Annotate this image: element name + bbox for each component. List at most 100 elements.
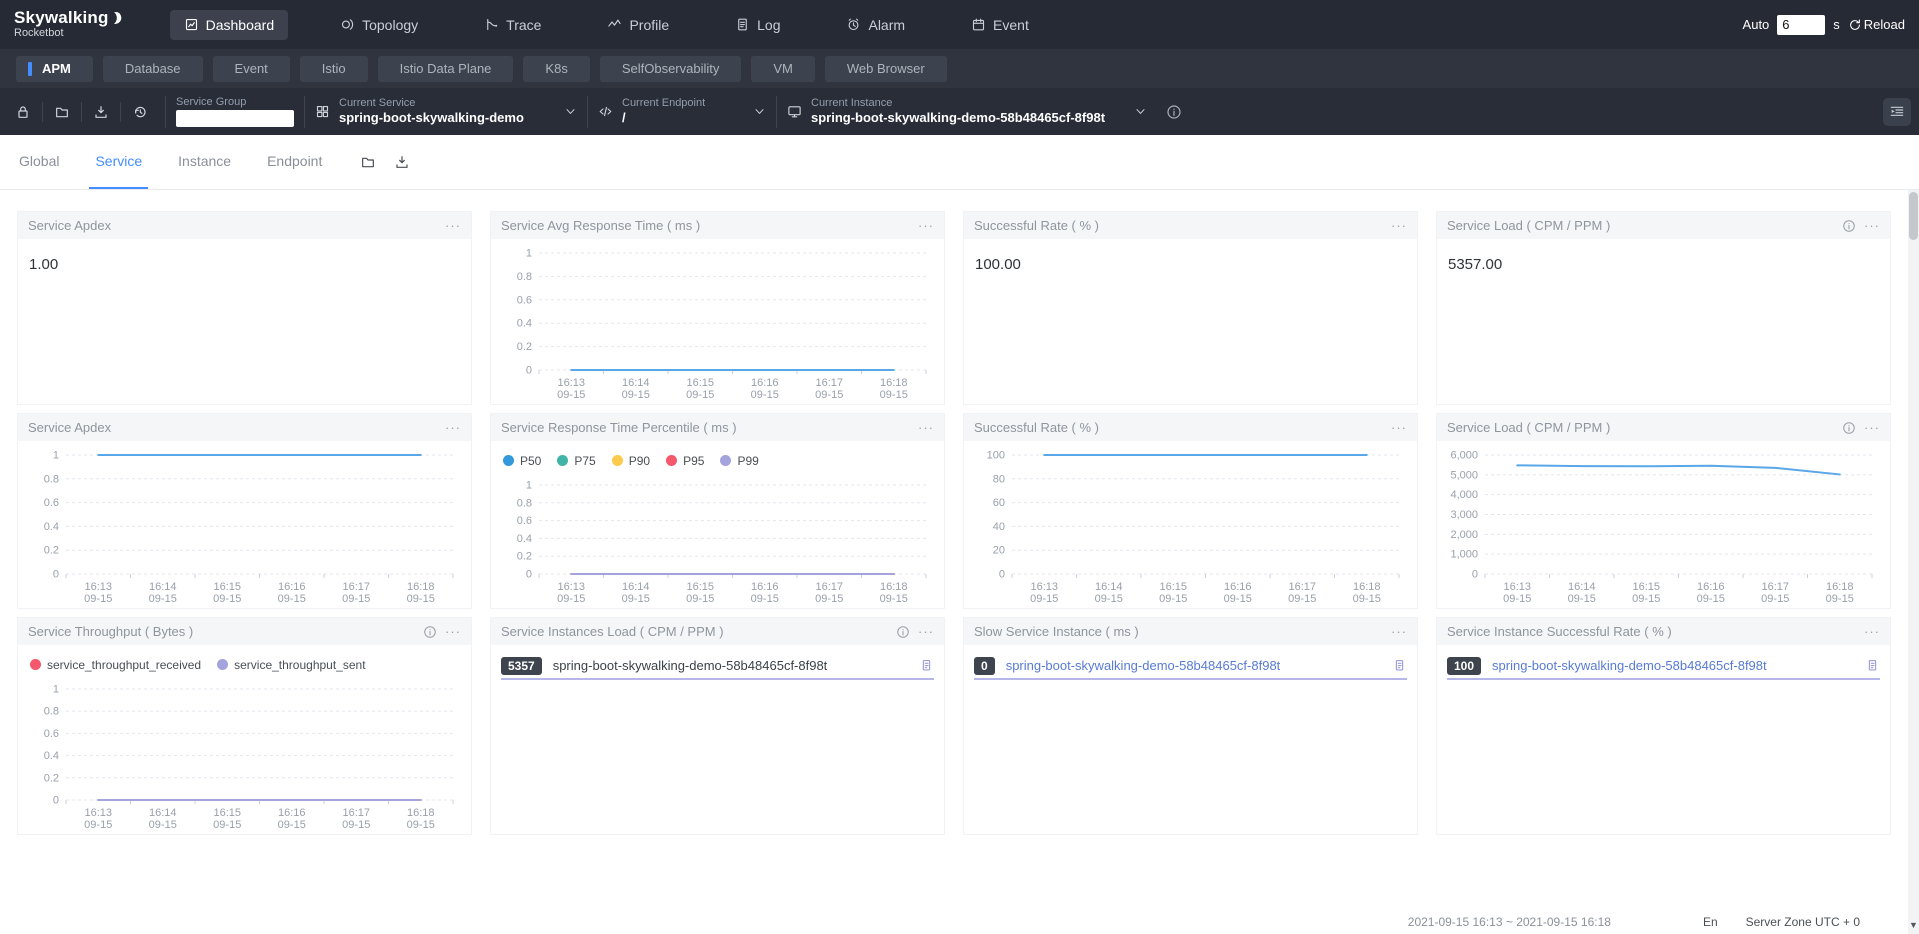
nav-item-dashboard[interactable]: Dashboard — [170, 10, 289, 40]
footer-bar: 2021-09-15 16:13 ~ 2021-09-15 16:18 En S… — [0, 910, 1908, 934]
reload-button[interactable]: Reload — [1848, 17, 1905, 32]
auto-unit: s — [1833, 17, 1840, 32]
more-options-icon[interactable]: ··· — [445, 624, 461, 639]
more-options-icon[interactable]: ··· — [918, 420, 934, 435]
svg-text:16:13: 16:13 — [557, 581, 585, 593]
folder-icon[interactable] — [47, 104, 77, 120]
card-service-instance-successful-rate: Service Instance Successful Rate ( % ) ·… — [1436, 617, 1891, 835]
legend-item[interactable]: P50 — [503, 454, 541, 468]
more-options-icon[interactable]: ··· — [918, 624, 934, 639]
scope-tabs: Global Service Instance Endpoint — [0, 135, 1919, 190]
svg-text:09-15: 09-15 — [751, 593, 779, 605]
card-title: Slow Service Instance ( ms ) — [974, 624, 1139, 639]
legend-label: service_throughput_received — [47, 658, 201, 672]
legend-item[interactable]: P90 — [612, 454, 650, 468]
current-instance-label: Current Instance — [811, 97, 1105, 110]
more-options-icon[interactable]: ··· — [1391, 420, 1407, 435]
svg-text:0.2: 0.2 — [44, 545, 59, 557]
collapse-panel-button[interactable] — [1883, 98, 1911, 126]
history-icon[interactable] — [125, 104, 155, 120]
legend-item[interactable]: P75 — [557, 454, 595, 468]
svg-text:1: 1 — [526, 480, 532, 492]
tab-endpoint[interactable]: Endpoint — [261, 135, 328, 189]
subnav-item-selfobservability[interactable]: SelfObservability — [600, 56, 742, 82]
nav-item-event[interactable]: Event — [957, 10, 1043, 40]
metric-value: 5357.00 — [1437, 239, 1890, 290]
tab-instance[interactable]: Instance — [172, 135, 237, 189]
folder-icon[interactable] — [360, 154, 376, 170]
subnav-item-vm[interactable]: VM — [751, 56, 815, 82]
more-options-icon[interactable]: ··· — [1864, 218, 1880, 233]
event-icon — [971, 17, 986, 32]
app-logo[interactable]: Skywalking Rocketbot — [14, 9, 124, 39]
download-icon[interactable] — [86, 104, 116, 120]
legend-item[interactable]: P99 — [720, 454, 758, 468]
info-icon[interactable] — [1842, 421, 1856, 435]
more-options-icon[interactable]: ··· — [1391, 218, 1407, 233]
nav-item-profile[interactable]: Profile — [593, 10, 683, 40]
svg-text:09-15: 09-15 — [686, 389, 714, 401]
legend-item[interactable]: P95 — [666, 454, 704, 468]
more-options-icon[interactable]: ··· — [445, 218, 461, 233]
info-icon[interactable] — [896, 625, 910, 639]
current-instance-selector[interactable]: Current Instance spring-boot-skywalking-… — [787, 97, 1147, 127]
svg-text:16:17: 16:17 — [342, 581, 370, 593]
copy-icon[interactable] — [1865, 658, 1880, 673]
more-options-icon[interactable]: ··· — [1864, 420, 1880, 435]
current-endpoint-selector[interactable]: Current Endpoint / — [598, 97, 766, 127]
auto-interval-input[interactable] — [1777, 15, 1825, 35]
instance-name[interactable]: spring-boot-skywalking-demo-58b48465cf-8… — [1492, 658, 1767, 673]
subnav-item-database[interactable]: Database — [103, 56, 203, 82]
subnav-item-web-browser[interactable]: Web Browser — [825, 56, 947, 82]
svg-text:1: 1 — [53, 450, 59, 462]
svg-text:09-15: 09-15 — [815, 593, 843, 605]
scrollbar-thumb[interactable] — [1909, 192, 1918, 240]
more-options-icon[interactable]: ··· — [918, 218, 934, 233]
vertical-scrollbar[interactable]: ▼ — [1908, 190, 1919, 934]
copy-icon[interactable] — [1392, 658, 1407, 673]
card-header: Service Instance Successful Rate ( % ) ·… — [1437, 618, 1890, 645]
subnav-item-event[interactable]: Event — [213, 56, 290, 82]
svg-text:0.8: 0.8 — [44, 706, 59, 718]
card-header: Service Instances Load ( CPM / PPM ) ··· — [491, 618, 944, 645]
lock-icon[interactable] — [8, 104, 38, 120]
info-icon[interactable] — [1842, 219, 1856, 233]
instance-name[interactable]: spring-boot-skywalking-demo-58b48465cf-8… — [1006, 658, 1281, 673]
subnav-item-istio[interactable]: Istio — [300, 56, 368, 82]
language-toggle[interactable]: En — [1703, 915, 1718, 929]
legend-item[interactable]: service_throughput_sent — [217, 658, 365, 672]
more-options-icon[interactable]: ··· — [1391, 624, 1407, 639]
legend-label: P95 — [683, 454, 704, 468]
more-options-icon[interactable]: ··· — [445, 420, 461, 435]
current-service-selector[interactable]: Current Service spring-boot-skywalking-d… — [315, 97, 577, 127]
download-icon[interactable] — [394, 154, 410, 170]
svg-text:16:18: 16:18 — [880, 377, 908, 389]
service-group-input[interactable] — [176, 110, 294, 127]
legend-label: P90 — [629, 454, 650, 468]
nav-item-log[interactable]: Log — [721, 10, 794, 40]
card-successful-rate: Successful Rate ( % ) ···10080604020016:… — [963, 413, 1418, 609]
info-icon[interactable] — [1163, 101, 1185, 123]
svg-text:09-15: 09-15 — [1224, 593, 1252, 605]
tab-service[interactable]: Service — [89, 135, 148, 189]
svg-text:16:17: 16:17 — [815, 377, 843, 389]
nav-item-alarm[interactable]: Alarm — [832, 10, 919, 40]
subnav-item-k8s[interactable]: K8s — [523, 56, 589, 82]
card-service-throughput-bytes: Service Throughput ( Bytes ) ···service_… — [17, 617, 472, 835]
subnav-item-istio-data-plane[interactable]: Istio Data Plane — [378, 56, 514, 82]
scroll-down-arrow[interactable]: ▼ — [1908, 920, 1919, 930]
tab-global[interactable]: Global — [13, 135, 65, 189]
subnav-item-apm[interactable]: APM — [16, 56, 93, 82]
card-title: Successful Rate ( % ) — [974, 218, 1099, 233]
info-icon[interactable] — [423, 625, 437, 639]
copy-icon[interactable] — [919, 658, 934, 673]
legend-item[interactable]: service_throughput_received — [30, 658, 201, 672]
chart-legend: service_throughput_received service_throu… — [18, 645, 471, 675]
more-options-icon[interactable]: ··· — [1864, 624, 1880, 639]
nav-item-trace[interactable]: Trace — [470, 10, 555, 40]
nav-item-topology[interactable]: Topology — [326, 10, 432, 40]
legend-dot — [503, 455, 514, 466]
legend-dot — [557, 455, 568, 466]
svg-text:16:16: 16:16 — [751, 581, 779, 593]
monitor-icon — [787, 104, 802, 119]
